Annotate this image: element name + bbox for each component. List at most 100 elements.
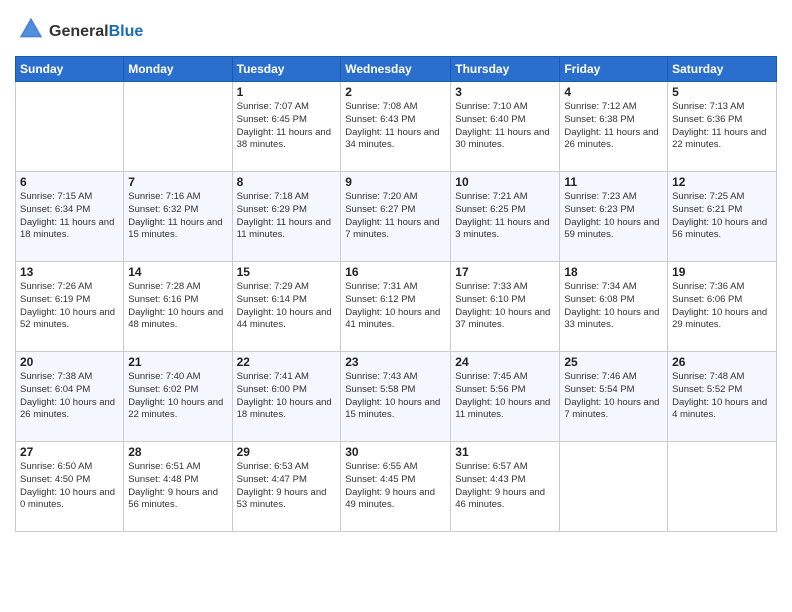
header: GeneralBlue <box>15 10 777 48</box>
day-number: 24 <box>455 355 555 369</box>
day-info: Sunrise: 7:40 AM Sunset: 6:02 PM Dayligh… <box>128 371 227 422</box>
day-number: 31 <box>455 445 555 459</box>
day-info: Sunrise: 7:28 AM Sunset: 6:16 PM Dayligh… <box>128 281 227 332</box>
weekday-friday: Friday <box>560 57 668 82</box>
calendar-cell <box>560 442 668 532</box>
calendar-header: SundayMondayTuesdayWednesdayThursdayFrid… <box>16 57 777 82</box>
day-number: 23 <box>345 355 446 369</box>
day-info: Sunrise: 7:16 AM Sunset: 6:32 PM Dayligh… <box>128 191 227 242</box>
calendar-cell: 5 Sunrise: 7:13 AM Sunset: 6:36 PM Daylig… <box>668 82 777 172</box>
day-info: Sunrise: 7:34 AM Sunset: 6:08 PM Dayligh… <box>564 281 663 332</box>
calendar-cell: 1 Sunrise: 7:07 AM Sunset: 6:45 PM Daylig… <box>232 82 341 172</box>
day-info: Sunrise: 7:31 AM Sunset: 6:12 PM Dayligh… <box>345 281 446 332</box>
day-number: 21 <box>128 355 227 369</box>
calendar-cell: 30 Sunrise: 6:55 AM Sunset: 4:45 PM Dayli… <box>341 442 451 532</box>
day-info: Sunrise: 7:38 AM Sunset: 6:04 PM Dayligh… <box>20 371 119 422</box>
calendar-cell: 15Sunrise: 7:29 AM Sunset: 6:14 PM Dayli… <box>232 262 341 352</box>
day-info: Sunrise: 7:43 AM Sunset: 5:58 PM Dayligh… <box>345 371 446 422</box>
calendar-body: 1 Sunrise: 7:07 AM Sunset: 6:45 PM Daylig… <box>16 82 777 532</box>
calendar-cell: 8 Sunrise: 7:18 AM Sunset: 6:29 PM Daylig… <box>232 172 341 262</box>
weekday-monday: Monday <box>124 57 232 82</box>
calendar-cell: 26 Sunrise: 7:48 AM Sunset: 5:52 PM Dayli… <box>668 352 777 442</box>
calendar-cell: 31Sunrise: 6:57 AM Sunset: 4:43 PM Dayli… <box>451 442 560 532</box>
calendar-cell: 14 Sunrise: 7:28 AM Sunset: 6:16 PM Dayli… <box>124 262 232 352</box>
calendar-cell: 4 Sunrise: 7:12 AM Sunset: 6:38 PM Daylig… <box>560 82 668 172</box>
weekday-wednesday: Wednesday <box>341 57 451 82</box>
day-number: 12 <box>672 175 772 189</box>
page: GeneralBlue SundayMondayTuesdayWednesday… <box>0 0 792 547</box>
day-number: 5 <box>672 85 772 99</box>
logo-icon <box>17 15 45 43</box>
day-number: 4 <box>564 85 663 99</box>
calendar-cell: 7 Sunrise: 7:16 AM Sunset: 6:32 PM Daylig… <box>124 172 232 262</box>
day-info: Sunrise: 7:33 AM Sunset: 6:10 PM Dayligh… <box>455 281 555 332</box>
logo: GeneralBlue <box>15 10 143 48</box>
day-info: Sunrise: 6:53 AM Sunset: 4:47 PM Dayligh… <box>237 461 337 512</box>
weekday-thursday: Thursday <box>451 57 560 82</box>
day-info: Sunrise: 7:45 AM Sunset: 5:56 PM Dayligh… <box>455 371 555 422</box>
day-info: Sunrise: 7:21 AM Sunset: 6:25 PM Dayligh… <box>455 191 555 242</box>
day-info: Sunrise: 7:13 AM Sunset: 6:36 PM Dayligh… <box>672 101 772 152</box>
day-info: Sunrise: 7:07 AM Sunset: 6:45 PM Dayligh… <box>237 101 337 152</box>
calendar-cell: 10 Sunrise: 7:21 AM Sunset: 6:25 PM Dayli… <box>451 172 560 262</box>
day-number: 14 <box>128 265 227 279</box>
calendar-cell: 22 Sunrise: 7:41 AM Sunset: 6:00 PM Dayli… <box>232 352 341 442</box>
day-number: 3 <box>455 85 555 99</box>
calendar-cell: 20 Sunrise: 7:38 AM Sunset: 6:04 PM Dayli… <box>16 352 124 442</box>
calendar-table: SundayMondayTuesdayWednesdayThursdayFrid… <box>15 56 777 532</box>
day-number: 29 <box>237 445 337 459</box>
day-info: Sunrise: 7:18 AM Sunset: 6:29 PM Dayligh… <box>237 191 337 242</box>
calendar-cell: 24 Sunrise: 7:45 AM Sunset: 5:56 PM Dayli… <box>451 352 560 442</box>
day-number: 26 <box>672 355 772 369</box>
weekday-saturday: Saturday <box>668 57 777 82</box>
day-info: Sunrise: 7:08 AM Sunset: 6:43 PM Dayligh… <box>345 101 446 152</box>
day-number: 22 <box>237 355 337 369</box>
day-number: 10 <box>455 175 555 189</box>
day-info: Sunrise: 7:25 AM Sunset: 6:21 PM Dayligh… <box>672 191 772 242</box>
calendar-cell: 3Sunrise: 7:10 AM Sunset: 6:40 PM Daylig… <box>451 82 560 172</box>
day-info: Sunrise: 7:15 AM Sunset: 6:34 PM Dayligh… <box>20 191 119 242</box>
calendar-cell: 16 Sunrise: 7:31 AM Sunset: 6:12 PM Dayli… <box>341 262 451 352</box>
calendar-cell: 2 Sunrise: 7:08 AM Sunset: 6:43 PM Daylig… <box>341 82 451 172</box>
day-info: Sunrise: 7:36 AM Sunset: 6:06 PM Dayligh… <box>672 281 772 332</box>
day-info: Sunrise: 7:48 AM Sunset: 5:52 PM Dayligh… <box>672 371 772 422</box>
day-info: Sunrise: 7:26 AM Sunset: 6:19 PM Dayligh… <box>20 281 119 332</box>
day-number: 9 <box>345 175 446 189</box>
day-number: 28 <box>128 445 227 459</box>
calendar-cell: 6 Sunrise: 7:15 AM Sunset: 6:34 PM Daylig… <box>16 172 124 262</box>
day-number: 6 <box>20 175 119 189</box>
calendar-cell: 23 Sunrise: 7:43 AM Sunset: 5:58 PM Dayli… <box>341 352 451 442</box>
weekday-tuesday: Tuesday <box>232 57 341 82</box>
day-info: Sunrise: 7:12 AM Sunset: 6:38 PM Dayligh… <box>564 101 663 152</box>
calendar-week-3: 13 Sunrise: 7:26 AM Sunset: 6:19 PM Dayli… <box>16 262 777 352</box>
day-number: 16 <box>345 265 446 279</box>
day-info: Sunrise: 7:41 AM Sunset: 6:00 PM Dayligh… <box>237 371 337 422</box>
day-number: 7 <box>128 175 227 189</box>
day-info: Sunrise: 7:23 AM Sunset: 6:23 PM Dayligh… <box>564 191 663 242</box>
calendar-cell: 18Sunrise: 7:34 AM Sunset: 6:08 PM Dayli… <box>560 262 668 352</box>
day-number: 11 <box>564 175 663 189</box>
calendar-week-1: 1 Sunrise: 7:07 AM Sunset: 6:45 PM Daylig… <box>16 82 777 172</box>
day-number: 20 <box>20 355 119 369</box>
calendar-week-4: 20 Sunrise: 7:38 AM Sunset: 6:04 PM Dayli… <box>16 352 777 442</box>
day-info: Sunrise: 6:55 AM Sunset: 4:45 PM Dayligh… <box>345 461 446 512</box>
day-number: 27 <box>20 445 119 459</box>
calendar-cell: 17Sunrise: 7:33 AM Sunset: 6:10 PM Dayli… <box>451 262 560 352</box>
calendar-cell: 21 Sunrise: 7:40 AM Sunset: 6:02 PM Dayli… <box>124 352 232 442</box>
calendar-cell: 13 Sunrise: 7:26 AM Sunset: 6:19 PM Dayli… <box>16 262 124 352</box>
logo-general: GeneralBlue <box>49 23 143 41</box>
day-info: Sunrise: 7:29 AM Sunset: 6:14 PM Dayligh… <box>237 281 337 332</box>
day-number: 1 <box>237 85 337 99</box>
calendar-cell: 25Sunrise: 7:46 AM Sunset: 5:54 PM Dayli… <box>560 352 668 442</box>
day-number: 13 <box>20 265 119 279</box>
calendar-cell: 28Sunrise: 6:51 AM Sunset: 4:48 PM Dayli… <box>124 442 232 532</box>
day-number: 30 <box>345 445 446 459</box>
calendar-cell <box>668 442 777 532</box>
day-number: 19 <box>672 265 772 279</box>
calendar-cell <box>124 82 232 172</box>
calendar-cell: 19 Sunrise: 7:36 AM Sunset: 6:06 PM Dayli… <box>668 262 777 352</box>
day-number: 2 <box>345 85 446 99</box>
calendar-cell <box>16 82 124 172</box>
calendar-cell: 12 Sunrise: 7:25 AM Sunset: 6:21 PM Dayli… <box>668 172 777 262</box>
day-number: 8 <box>237 175 337 189</box>
